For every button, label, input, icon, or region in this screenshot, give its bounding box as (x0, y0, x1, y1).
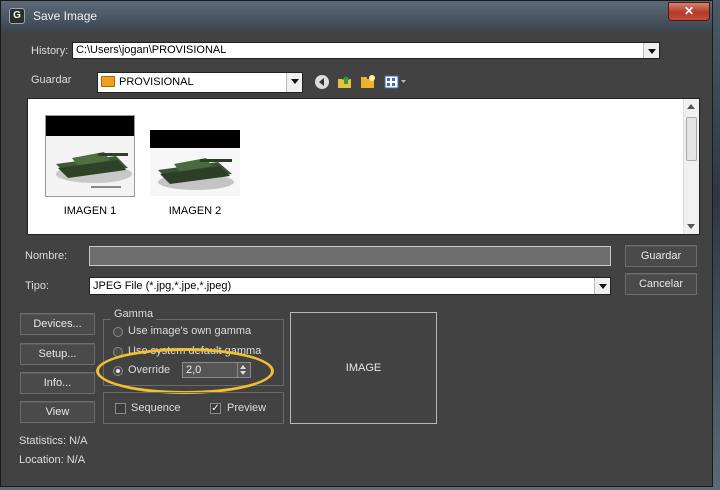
cancel-button[interactable]: Cancelar (625, 273, 697, 295)
filename-input[interactable] (89, 246, 611, 266)
save-in-value: PROVISIONAL (119, 76, 194, 88)
filetype-value: JPEG File (*.jpg,*.jpe,*.jpeg) (93, 280, 232, 292)
back-icon[interactable] (314, 74, 330, 90)
devices-button[interactable]: Devices... (20, 313, 95, 335)
file-thumbnail-2[interactable] (150, 130, 240, 196)
info-button[interactable]: Info... (20, 372, 95, 394)
location-label: Location: N/A (19, 454, 85, 466)
file-name-1[interactable]: IMAGEN 1 (40, 205, 140, 217)
new-folder-icon[interactable] (360, 74, 376, 90)
gamma-own-radio[interactable] (113, 327, 123, 337)
file-browser-scrollbar[interactable] (683, 99, 699, 234)
view-button[interactable]: View (20, 401, 95, 423)
close-button[interactable]: ✕ (668, 2, 710, 21)
window-title: Save Image (33, 9, 98, 23)
location-value: N/A (66, 454, 86, 466)
sequence-label[interactable]: Sequence (131, 402, 181, 414)
save-button[interactable]: Guardar (625, 245, 697, 267)
scroll-down-icon[interactable] (687, 224, 695, 229)
setup-button[interactable]: Setup... (20, 343, 95, 365)
chevron-down-icon[interactable] (643, 43, 659, 58)
save-image-dialog: G Save Image ✕ History: C:\Users\jogan\P… (0, 0, 713, 487)
preview-label[interactable]: Preview (227, 402, 266, 414)
file-name-2[interactable]: IMAGEN 2 (145, 205, 245, 217)
folder-icon (101, 76, 115, 87)
chevron-down-icon[interactable] (594, 278, 610, 294)
location-label-text: Location: (19, 454, 64, 466)
chevron-down-icon[interactable] (286, 73, 302, 92)
scroll-up-icon[interactable] (687, 104, 695, 109)
preview-checkbox[interactable]: ✓ (210, 403, 221, 414)
history-label: History: (31, 45, 69, 57)
gamma-own-label[interactable]: Use image's own gamma (128, 325, 251, 337)
save-in-label: Guardar (31, 74, 72, 86)
statistics-value: N/A (69, 435, 88, 447)
up-folder-icon[interactable] (337, 74, 353, 90)
save-in-dropdown[interactable]: PROVISIONAL (97, 72, 303, 93)
filetype-label: Tipo: (25, 280, 50, 292)
image-preview: IMAGE (290, 312, 437, 424)
sequence-checkbox[interactable] (115, 403, 126, 414)
filetype-dropdown[interactable]: JPEG File (*.jpg,*.jpe,*.jpeg) (89, 277, 611, 295)
app-icon: G (9, 8, 25, 24)
title-bar[interactable]: G Save Image ✕ (1, 1, 712, 31)
view-menu-icon[interactable] (384, 74, 408, 90)
file-browser[interactable]: IMAGEN 1 IMAGEN 2 (27, 98, 700, 235)
statistics-label: Statistics: N/A (19, 435, 87, 447)
highlight-ellipse (96, 348, 274, 394)
file-thumbnail-1[interactable] (45, 115, 135, 197)
filename-label: Nombre: (25, 250, 68, 262)
scroll-thumb[interactable] (686, 117, 697, 161)
history-value: C:\Users\jogan\PROVISIONAL (76, 44, 227, 56)
image-preview-text: IMAGE (345, 362, 382, 374)
history-dropdown[interactable]: C:\Users\jogan\PROVISIONAL (72, 42, 660, 59)
gamma-title: Gamma (111, 308, 157, 320)
statistics-label-text: Statistics: (19, 435, 67, 447)
